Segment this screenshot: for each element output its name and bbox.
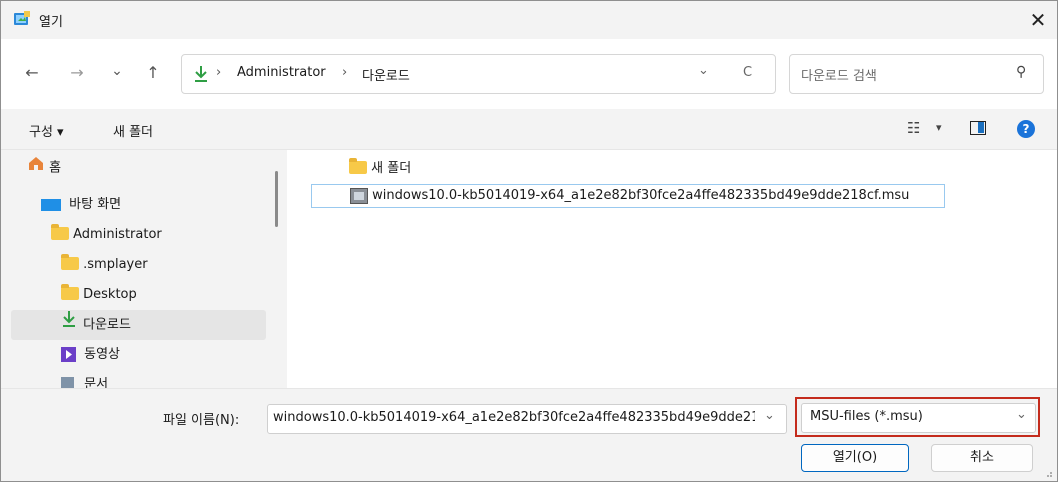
help-icon[interactable]: ?: [1017, 120, 1035, 138]
sidebar-scrollbar-thumb[interactable]: [275, 171, 278, 227]
sidebar-item-home[interactable]: 홈: [27, 153, 61, 183]
up-arrow-icon: ↑: [146, 63, 160, 82]
navigation-pane: 홈 바탕 화면 Administrator .smplayer Desktop …: [1, 150, 286, 388]
sidebar-item-smplayer[interactable]: .smplayer: [61, 250, 148, 280]
filetype-value: MSU-files (*.msu): [810, 409, 923, 424]
folder-icon: [51, 224, 69, 240]
list-item[interactable]: windows10.0-kb5014019-x64_a1e2e82bf30fce…: [311, 184, 945, 208]
sidebar-item-documents[interactable]: 문서: [61, 370, 108, 388]
forward-arrow-icon: →: [70, 63, 84, 82]
breadcrumb-separator: ›: [216, 65, 222, 80]
file-name: windows10.0-kb5014019-x64_a1e2e82bf30fce…: [372, 188, 910, 203]
download-icon: [61, 310, 79, 340]
breadcrumb-separator: ›: [342, 65, 348, 80]
resize-grip-icon[interactable]: [1043, 467, 1053, 477]
open-button[interactable]: 열기(O): [801, 444, 909, 472]
toolbar: 구성 ▾ 새 폴더 ☷ ▾ ?: [1, 111, 1057, 150]
open-button-label: 열기(O): [832, 450, 878, 465]
filetype-select[interactable]: MSU-files (*.msu) ⌄: [801, 403, 1036, 433]
filename-input[interactable]: windows10.0-kb5014019-x64_a1e2e82bf30fce…: [273, 410, 755, 425]
video-icon: [61, 347, 76, 362]
document-icon: [61, 377, 74, 388]
recent-locations-button[interactable]: ⌄: [103, 57, 131, 85]
sidebar-item-desktop-folder[interactable]: Desktop: [61, 280, 137, 310]
window-title: 열기: [39, 15, 63, 30]
list-item[interactable]: 새 폴더: [349, 158, 411, 180]
desktop-icon: [41, 198, 61, 211]
sidebar-item-label: .smplayer: [83, 257, 148, 272]
search-input[interactable]: 다운로드 검색: [801, 65, 877, 84]
sidebar-item-label: 동영상: [84, 347, 121, 362]
filename-label: 파일 이름(N):: [163, 413, 240, 428]
sidebar-item-label: 바탕 화면: [69, 197, 122, 212]
folder-icon: [61, 254, 79, 270]
sidebar-item-label: Administrator: [73, 227, 162, 242]
sidebar-item-administrator[interactable]: Administrator: [51, 220, 162, 250]
dialog-footer: 파일 이름(N): windows10.0-kb5014019-x64_a1e2…: [1, 388, 1057, 481]
search-box[interactable]: 다운로드 검색 ⚲: [789, 54, 1044, 94]
filetype-dropdown-icon[interactable]: ⌄: [1016, 407, 1027, 422]
close-button[interactable]: ✕: [1023, 5, 1053, 35]
view-options-icon[interactable]: ☷: [907, 119, 920, 137]
preview-pane-icon[interactable]: [970, 121, 986, 135]
refresh-icon[interactable]: C: [743, 65, 752, 80]
filetype-highlight: MSU-files (*.msu) ⌄: [795, 397, 1040, 437]
sidebar-item-videos[interactable]: 동영상: [61, 340, 120, 370]
home-icon: [27, 153, 45, 183]
sidebar-item-desktop[interactable]: 바탕 화면: [41, 190, 121, 220]
sidebar-item-downloads[interactable]: 다운로드: [11, 310, 266, 340]
filename-dropdown-icon[interactable]: ⌄: [764, 408, 775, 423]
msu-file-icon: [350, 187, 368, 204]
back-arrow-icon: ←: [25, 63, 39, 82]
download-icon: [192, 64, 210, 84]
app-icon: [13, 10, 31, 28]
forward-button[interactable]: →: [63, 59, 91, 87]
breadcrumb-administrator[interactable]: Administrator: [237, 65, 326, 80]
sidebar-item-label: 홈: [49, 160, 62, 176]
folder-icon: [61, 284, 79, 300]
chevron-down-icon: ⌄: [111, 63, 123, 79]
breadcrumb-downloads[interactable]: 다운로드: [362, 65, 410, 84]
new-folder-button[interactable]: 새 폴더: [113, 121, 153, 140]
up-button[interactable]: ↑: [139, 59, 167, 87]
organize-menu[interactable]: 구성 ▾: [29, 121, 64, 140]
title-bar: 열기 ✕: [1, 1, 1057, 39]
sidebar-item-label: 문서: [84, 377, 109, 388]
close-icon: ✕: [1029, 8, 1047, 32]
open-file-dialog: 열기 ✕ ← → ⌄ ↑ › Administrator › 다운로드 ⌄ C …: [0, 0, 1058, 482]
folder-icon: [349, 158, 367, 174]
filename-field[interactable]: windows10.0-kb5014019-x64_a1e2e82bf30fce…: [267, 404, 787, 434]
file-name: 새 폴더: [371, 161, 412, 176]
search-icon: ⚲: [1016, 64, 1027, 80]
back-button[interactable]: ←: [18, 59, 46, 87]
address-dropdown-icon[interactable]: ⌄: [698, 63, 709, 78]
cancel-button-label: 취소: [970, 450, 994, 465]
sidebar-item-label: 다운로드: [83, 317, 131, 333]
cancel-button[interactable]: 취소: [931, 444, 1033, 472]
file-list: 새 폴더 windows10.0-kb5014019-x64_a1e2e82bf…: [287, 150, 1057, 388]
sidebar-item-label: Desktop: [83, 287, 137, 302]
address-bar[interactable]: › Administrator › 다운로드 ⌄ C: [181, 54, 776, 94]
view-dropdown-icon[interactable]: ▾: [936, 121, 942, 134]
